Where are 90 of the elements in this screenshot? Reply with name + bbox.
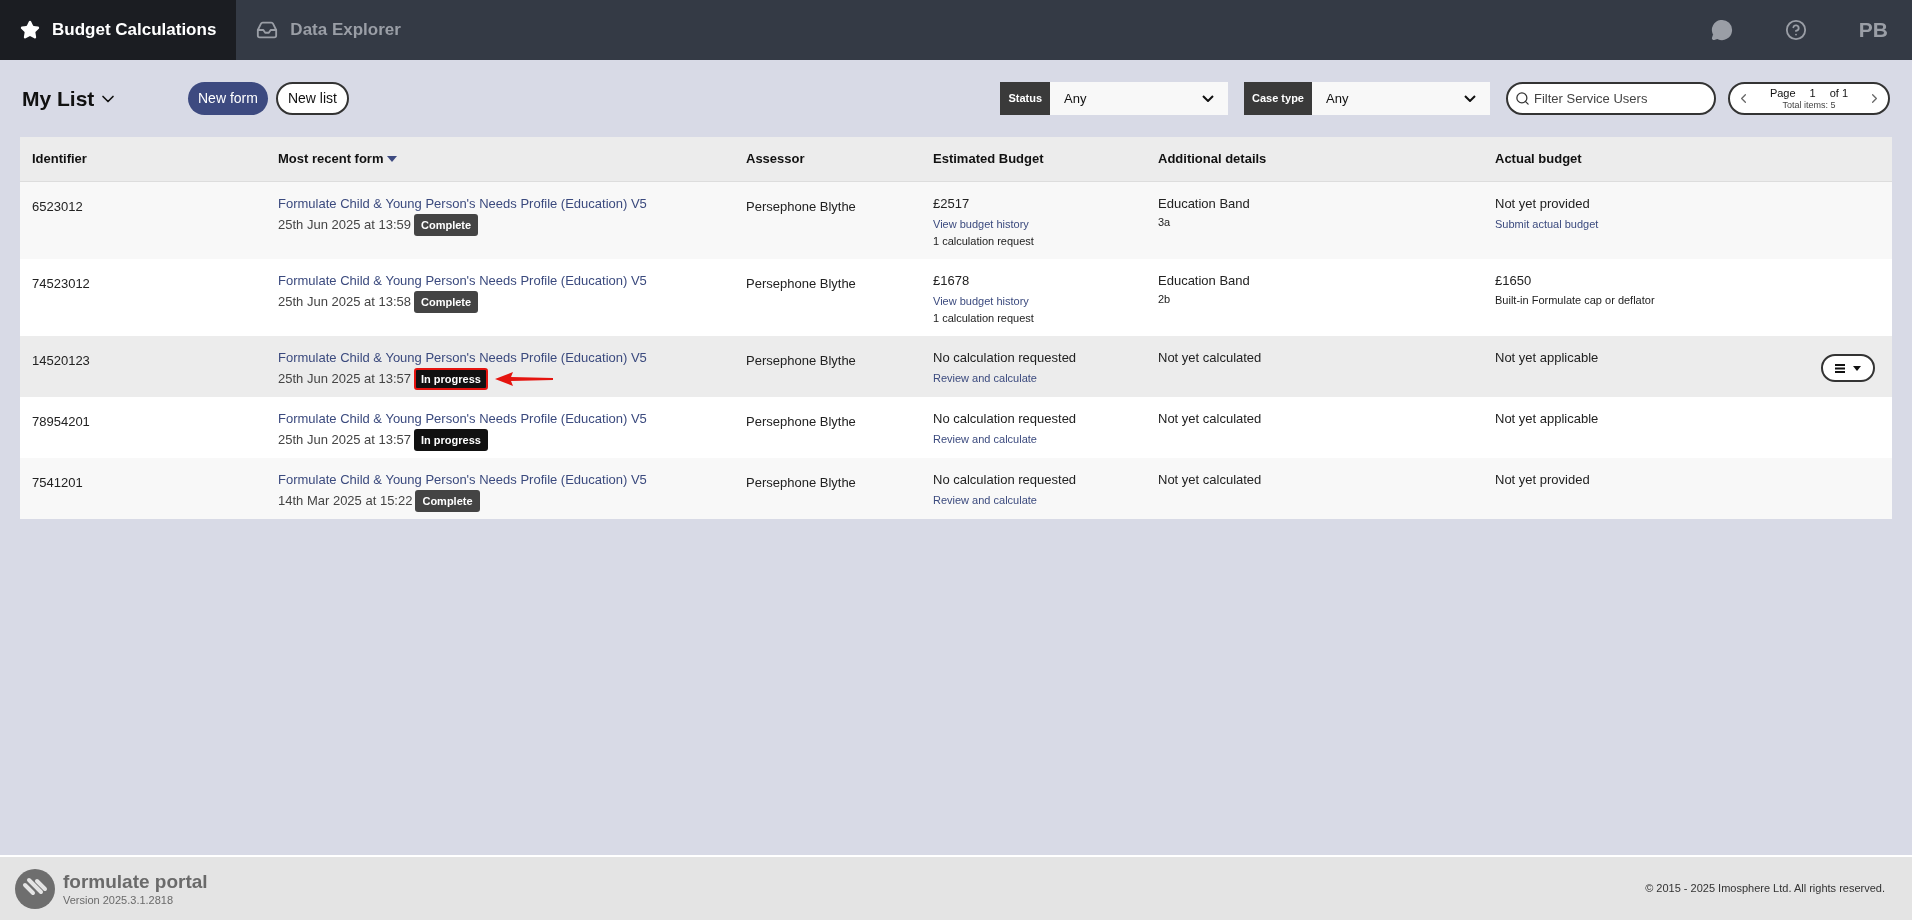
cell-text: Not yet provided xyxy=(1495,195,1591,213)
status-badge: Complete xyxy=(415,489,480,512)
user-initials[interactable]: PB xyxy=(1858,14,1888,46)
form-date: 25th Jun 2025 at 13:59 xyxy=(278,216,411,234)
cell-link[interactable]: Submit actual budget xyxy=(1495,215,1599,232)
toolbar-button[interactable]: New form xyxy=(188,82,268,115)
filter-value: Any xyxy=(1063,89,1088,108)
cell-link[interactable]: View budget history xyxy=(933,215,1158,232)
assessor-text: Persephone Blythe xyxy=(746,199,856,214)
assessor-text: Persephone Blythe xyxy=(746,353,856,368)
brand-name: formulate portal xyxy=(63,869,208,894)
column-header[interactable]: Assessor xyxy=(746,149,805,169)
filter-label: Case type xyxy=(1244,82,1312,115)
identifier-text: 78954201 xyxy=(32,414,90,429)
cell-note: 1 calculation request xyxy=(933,311,1035,326)
cell-text: Not yet applicable xyxy=(1495,410,1599,428)
form-date: 14th Mar 2025 at 15:22 xyxy=(278,492,413,510)
cell-note: 1 calculation request xyxy=(933,234,1035,249)
chevron-down-icon xyxy=(1464,95,1476,102)
status-badge: In progress xyxy=(414,367,488,390)
column-header[interactable]: Actual budget xyxy=(1495,149,1582,169)
status-badge: Complete xyxy=(414,213,479,236)
page-count: of 1 xyxy=(1829,86,1849,99)
identifier-text: 74523012 xyxy=(32,276,90,291)
cell-text: Education Band xyxy=(1158,195,1251,213)
page-number[interactable]: 1 xyxy=(1809,86,1816,99)
caret-icon xyxy=(1853,365,1861,371)
cell-text: No calculation requested xyxy=(933,349,1078,367)
cell-text: Not yet calculated xyxy=(1158,410,1263,428)
cell-subtext: 2b xyxy=(1158,291,1172,307)
brand-logo-icon xyxy=(15,868,55,909)
column-header[interactable]: Additional details xyxy=(1158,149,1267,169)
form-link[interactable]: Formulate Child & Young Person's Needs Profile (Education) V5 xyxy=(278,409,746,429)
form-link[interactable]: Formulate Child & Young Person's Needs Profile (Education) V5 xyxy=(278,271,746,291)
identifier-text: 7541201 xyxy=(32,475,83,490)
menu-icon xyxy=(1835,363,1845,373)
chevron-down-icon xyxy=(1202,95,1214,102)
form-link[interactable]: Formulate Child & Young Person's Needs Profile (Education) V5 xyxy=(278,194,746,214)
cell-subtext: 3a xyxy=(1158,214,1172,230)
cell-text: £2517 xyxy=(933,195,971,213)
column-header[interactable]: Most recent form xyxy=(278,149,398,169)
search-icon xyxy=(1515,91,1530,106)
annotation-arrow xyxy=(494,371,553,386)
assessor-text: Persephone Blythe xyxy=(746,475,856,490)
form-link[interactable]: Formulate Child & Young Person's Needs Profile (Education) V5 xyxy=(278,470,746,490)
cell-text: £1678 xyxy=(933,272,971,290)
cell-note: Built-in Formulate cap or deflator xyxy=(1495,292,1655,308)
cell-text: £1650 xyxy=(1495,272,1533,290)
cell-link[interactable]: Review and calculate xyxy=(933,430,1158,447)
chat-icon[interactable] xyxy=(1710,19,1733,41)
form-link[interactable]: Formulate Child & Young Person's Needs Profile (Education) V5 xyxy=(278,348,746,368)
inbox-icon xyxy=(256,19,279,41)
row-actions-button[interactable] xyxy=(1821,354,1875,382)
version-text: Version 2025.3.1.2818 xyxy=(63,893,175,908)
column-header[interactable]: Identifier xyxy=(32,149,87,169)
toolbar-button[interactable]: New list xyxy=(275,82,349,115)
status-badge: In progress xyxy=(414,428,488,451)
cell-text: No calculation requested xyxy=(933,471,1078,489)
list-title-dropdown[interactable]: My List xyxy=(22,82,180,115)
form-date: 25th Jun 2025 at 13:57 xyxy=(278,431,411,449)
help-icon[interactable] xyxy=(1784,19,1807,41)
cell-text: Not yet provided xyxy=(1495,471,1590,489)
assessor-text: Persephone Blythe xyxy=(746,414,856,429)
star-icon xyxy=(20,20,40,40)
cell-text: Not yet applicable xyxy=(1495,349,1599,367)
cell-text: Not yet calculated xyxy=(1158,349,1263,367)
form-date: 25th Jun 2025 at 13:57 xyxy=(278,370,411,388)
filter-label: Status xyxy=(1000,82,1050,115)
search-field[interactable]: Filter Service Users xyxy=(1506,82,1716,115)
copyright-text: © 2015 - 2025 Imosphere Ltd. All rights reserved. xyxy=(1645,881,1885,897)
cell-link[interactable]: Review and calculate xyxy=(933,491,1158,508)
nav-tab[interactable]: Budget Calculations xyxy=(0,0,237,60)
cell-text: Education Band xyxy=(1158,272,1251,290)
column-header[interactable]: Estimated Budget xyxy=(933,149,1044,169)
cell-text: No calculation requested xyxy=(933,410,1078,428)
sort-down-icon xyxy=(387,156,398,162)
identifier-text: 6523012 xyxy=(32,199,83,214)
cell-link[interactable]: Review and calculate xyxy=(933,369,1158,386)
assessor-text: Persephone Blythe xyxy=(746,276,856,291)
cell-link[interactable]: View budget history xyxy=(933,292,1158,309)
status-badge: Complete xyxy=(414,290,479,313)
total-items: Total items: 5 xyxy=(1782,99,1836,111)
form-date: 25th Jun 2025 at 13:58 xyxy=(278,293,411,311)
filter-select[interactable]: Case type Any xyxy=(1244,82,1490,115)
filter-select[interactable]: Status Any xyxy=(1000,82,1228,115)
identifier-text: 14520123 xyxy=(32,353,90,368)
page-label: Page xyxy=(1769,86,1796,99)
nav-tab[interactable]: Data Explorer xyxy=(236,0,421,60)
filter-value: Any xyxy=(1325,89,1350,108)
cell-text: Not yet calculated xyxy=(1158,471,1263,489)
